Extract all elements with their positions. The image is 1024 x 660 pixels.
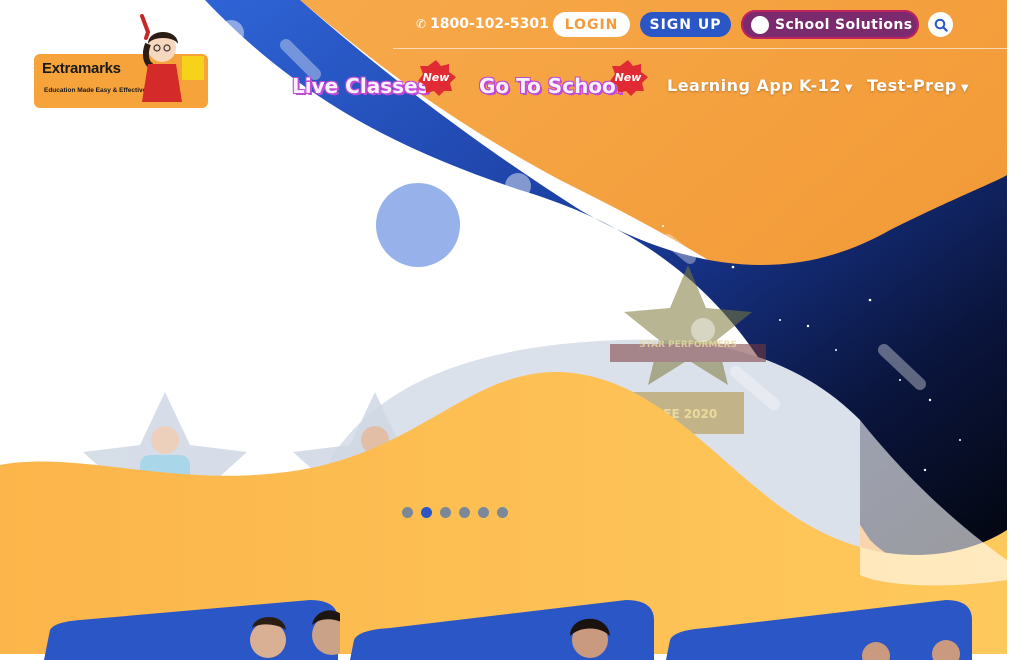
slider-dot-6[interactable] bbox=[497, 507, 508, 518]
svg-text:New: New bbox=[615, 71, 643, 84]
toggle-dot-icon bbox=[751, 15, 769, 34]
school-solutions-label: School Solutions bbox=[775, 16, 913, 33]
signup-button[interactable]: SIGN UP bbox=[640, 12, 731, 37]
nav-k12-label: K-12 bbox=[799, 76, 841, 95]
slider-dot-1[interactable] bbox=[402, 507, 413, 518]
slider-dot-5[interactable] bbox=[478, 507, 489, 518]
slider-dot-4[interactable] bbox=[459, 507, 470, 518]
caret-down-icon: ▼ bbox=[960, 83, 970, 94]
nav-k12[interactable]: K-12 ▼ bbox=[799, 76, 853, 95]
nav-live-classes[interactable]: Live Classes bbox=[292, 74, 429, 98]
topbar-divider bbox=[393, 48, 1007, 49]
search-button[interactable] bbox=[928, 12, 953, 37]
search-icon bbox=[934, 18, 948, 32]
phone-icon: ✆ bbox=[416, 17, 427, 31]
caret-down-icon: ▼ bbox=[844, 83, 854, 94]
extramarks-logo[interactable]: Extramarks Education Made Easy & Effecti… bbox=[34, 14, 210, 108]
phone-number-text: 1800-102-5301 bbox=[430, 16, 549, 32]
new-badge: New bbox=[610, 60, 648, 96]
slider-dot-2[interactable] bbox=[421, 507, 432, 518]
slider-dot-3[interactable] bbox=[440, 507, 451, 518]
nav-learning-app[interactable]: Learning App bbox=[667, 76, 793, 95]
logo-wordmark: Extramarks bbox=[42, 60, 121, 77]
phone-number[interactable]: ✆ 1800-102-5301 bbox=[416, 16, 549, 32]
feature-card-3[interactable] bbox=[666, 600, 974, 660]
feature-card-2[interactable] bbox=[350, 600, 656, 660]
school-solutions-button[interactable]: School Solutions bbox=[741, 10, 919, 39]
logo-tagline: Education Made Easy & Effective bbox=[44, 87, 147, 94]
nav-test-prep[interactable]: Test-Prep ▼ bbox=[867, 76, 969, 95]
svg-text:New: New bbox=[423, 71, 451, 84]
svg-text:STAR PERFORMERS: STAR PERFORMERS bbox=[639, 340, 737, 350]
mascot-girl-icon bbox=[140, 14, 204, 102]
slider-pagination bbox=[402, 507, 508, 518]
nav-go-to-school[interactable]: Go To School bbox=[479, 74, 623, 98]
login-button[interactable]: LOGIN bbox=[553, 12, 630, 37]
nav-test-prep-label: Test-Prep bbox=[867, 76, 957, 95]
feature-card-1[interactable] bbox=[40, 600, 340, 660]
new-badge: New bbox=[418, 60, 456, 96]
